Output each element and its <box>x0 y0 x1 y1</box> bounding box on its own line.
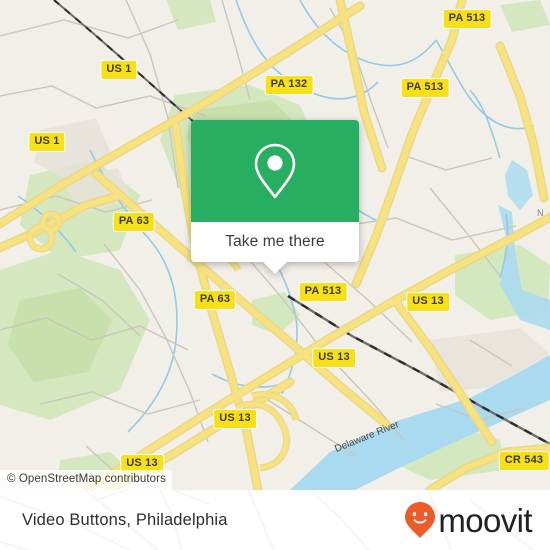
road-shield: CR 543 <box>498 451 550 471</box>
popup-pin-area <box>191 120 359 222</box>
road-shield: PA 513 <box>442 9 492 29</box>
moovit-wordmark: moovit <box>438 501 532 539</box>
road-shield: PA 513 <box>400 78 450 98</box>
road-shield: PA 513 <box>298 282 348 302</box>
place-popup-card[interactable]: Take me there <box>191 120 359 274</box>
osm-attribution[interactable]: © OpenStreetMap contributors <box>0 470 172 490</box>
road-shield: PA 63 <box>193 290 237 310</box>
road-shield: US 13 <box>406 292 450 312</box>
map-canvas[interactable]: PA 513 US 1 PA 132 PA 513 US 1 PA 63 PA … <box>0 0 550 490</box>
road-shield: US 1 <box>28 132 66 152</box>
road-shield: US 13 <box>213 409 257 429</box>
popup-tail-pointer <box>262 261 288 274</box>
road-shield: PA 63 <box>112 212 156 232</box>
map-edge-label: N <box>537 208 544 218</box>
road-shield: US 13 <box>312 348 356 368</box>
popup-action-area[interactable]: Take me there <box>191 222 359 274</box>
location-pin-icon <box>254 143 296 199</box>
moovit-smiley-pin-icon <box>405 502 436 538</box>
bottom-info-bar: Video Buttons, Philadelphia moovit <box>0 490 550 550</box>
moovit-logo[interactable]: moovit <box>403 500 533 540</box>
moovit-place-map-screen: PA 513 US 1 PA 132 PA 513 US 1 PA 63 PA … <box>0 0 550 550</box>
take-me-there-label: Take me there <box>225 233 325 250</box>
road-shield: PA 132 <box>264 75 314 95</box>
road-shield: US 1 <box>100 60 138 80</box>
place-title: Video Buttons, Philadelphia <box>22 510 228 529</box>
